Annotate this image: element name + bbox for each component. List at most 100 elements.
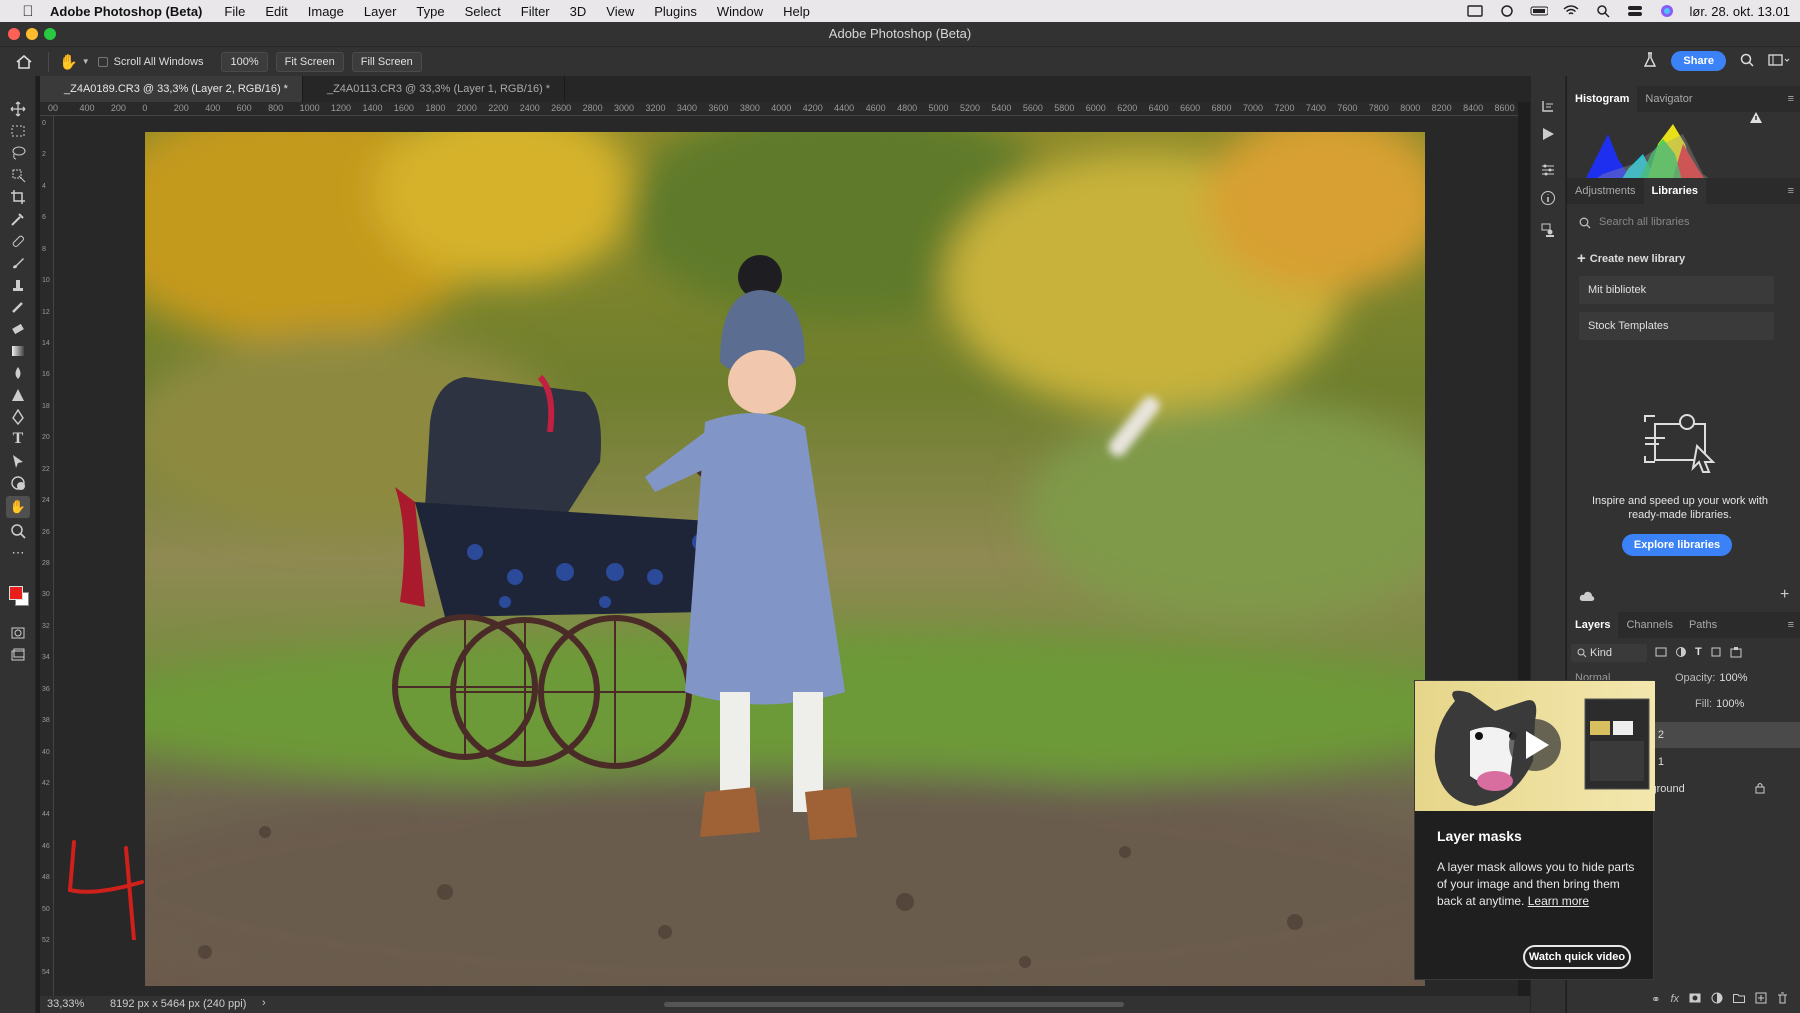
eraser-tool-icon[interactable]: [6, 318, 30, 340]
share-button[interactable]: Share: [1671, 51, 1726, 71]
cloud-sync-icon[interactable]: [1579, 590, 1595, 605]
properties-icon[interactable]: [1540, 162, 1556, 183]
clone-stamp-tool-icon[interactable]: [6, 274, 30, 296]
menu-view[interactable]: View: [596, 4, 644, 19]
lasso-tool-icon[interactable]: [6, 142, 30, 164]
video-thumbnail[interactable]: [1415, 681, 1655, 811]
menu-window[interactable]: Window: [707, 4, 773, 19]
apple-menu-icon[interactable]: : [16, 3, 40, 20]
menubar-clock[interactable]: lør. 28. okt. 13.01: [1690, 4, 1790, 19]
menu-file[interactable]: File: [214, 4, 255, 19]
clipping-warning-icon[interactable]: [1750, 112, 1762, 126]
tab-document-1[interactable]: _Z4A0189.CR3 @ 33,3% (Layer 2, RGB/16) *: [40, 76, 303, 102]
home-icon[interactable]: [16, 53, 38, 71]
create-library-button[interactable]: + Create new library: [1577, 250, 1685, 267]
menu-3d[interactable]: 3D: [560, 4, 597, 19]
horizontal-scrollbar[interactable]: [664, 1002, 1124, 1007]
menu-select[interactable]: Select: [455, 4, 511, 19]
panel-menu-icon[interactable]: ≡: [1788, 93, 1794, 105]
learn-panel-icon[interactable]: [1540, 222, 1556, 243]
marquee-tool-icon[interactable]: [6, 120, 30, 142]
zoom-level[interactable]: 33,33%: [47, 998, 84, 1010]
crop-tool-icon[interactable]: [6, 186, 30, 208]
more-tools-icon[interactable]: ⋯: [6, 542, 30, 564]
tab-channels[interactable]: Channels: [1618, 612, 1680, 638]
learn-more-link[interactable]: Learn more: [1528, 894, 1589, 908]
menu-filter[interactable]: Filter: [511, 4, 560, 19]
chevron-right-icon[interactable]: ›: [262, 997, 266, 1009]
actions-play-icon[interactable]: [1540, 126, 1556, 147]
chevron-down-icon[interactable]: ▼: [82, 57, 90, 66]
adjustment-filter-icon[interactable]: [1675, 646, 1687, 661]
type-filter-icon[interactable]: T: [1695, 646, 1702, 661]
library-search[interactable]: Search all libraries: [1573, 212, 1783, 234]
fill-screen-button[interactable]: Fill Screen: [351, 51, 422, 72]
adjustment-layer-icon[interactable]: [1711, 992, 1723, 1007]
zoom-tool-icon[interactable]: [6, 520, 30, 542]
layer-kind-filter[interactable]: Kind: [1571, 644, 1647, 662]
wifi-icon[interactable]: [1562, 4, 1580, 18]
dodge-tool-icon[interactable]: [6, 384, 30, 406]
blur-tool-icon[interactable]: [6, 362, 30, 384]
creative-cloud-icon[interactable]: [1498, 4, 1516, 18]
fill-value[interactable]: 100%: [1716, 698, 1744, 710]
new-group-icon[interactable]: [1733, 993, 1745, 1006]
opacity-control[interactable]: Opacity: 100%: [1675, 672, 1748, 684]
history-brush-tool-icon[interactable]: [6, 296, 30, 318]
menu-help[interactable]: Help: [773, 4, 820, 19]
eyedropper-tool-icon[interactable]: [6, 208, 30, 230]
menu-plugins[interactable]: Plugins: [644, 4, 707, 19]
fx-icon[interactable]: fx: [1670, 993, 1679, 1005]
panel-menu-icon[interactable]: ≡: [1788, 185, 1794, 197]
foreground-color-swatch[interactable]: [9, 586, 23, 600]
menu-image[interactable]: Image: [298, 4, 354, 19]
app-name-menu[interactable]: Adobe Photoshop (Beta): [40, 4, 214, 19]
control-center-icon[interactable]: [1626, 4, 1644, 18]
delete-layer-icon[interactable]: [1777, 992, 1788, 1007]
add-library-content-icon[interactable]: +: [1780, 586, 1789, 604]
scroll-all-checkbox[interactable]: [97, 56, 108, 67]
gradient-tool-icon[interactable]: [6, 340, 30, 362]
siri-icon[interactable]: [1658, 4, 1676, 18]
menu-type[interactable]: Type: [406, 4, 454, 19]
hand-tool-icon[interactable]: ✋: [6, 496, 30, 518]
pixel-filter-icon[interactable]: [1655, 646, 1667, 661]
library-item[interactable]: Mit bibliotek: [1579, 276, 1774, 304]
menu-edit[interactable]: Edit: [255, 4, 297, 19]
tab-adjustments[interactable]: Adjustments: [1567, 178, 1644, 204]
spot-healing-tool-icon[interactable]: [6, 230, 30, 252]
watch-quick-video-button[interactable]: Watch quick video: [1523, 945, 1631, 969]
new-layer-icon[interactable]: [1755, 992, 1767, 1007]
ellipse-shape-tool-icon[interactable]: [6, 472, 30, 494]
spotlight-search-icon[interactable]: [1594, 4, 1612, 18]
search-icon[interactable]: [1740, 53, 1754, 70]
tab-navigator[interactable]: Navigator: [1637, 86, 1700, 112]
move-tool-icon[interactable]: [6, 98, 30, 120]
history-icon[interactable]: [1540, 98, 1556, 119]
minimize-window-button[interactable]: [26, 28, 38, 40]
display-icon[interactable]: [1466, 4, 1484, 18]
screen-mode-icon[interactable]: [6, 644, 30, 666]
link-layers-icon[interactable]: ⚭: [1651, 993, 1660, 1006]
tab-layers[interactable]: Layers: [1567, 612, 1619, 638]
battery-icon[interactable]: [1530, 4, 1548, 18]
brush-tool-icon[interactable]: [6, 252, 30, 274]
object-selection-tool-icon[interactable]: [6, 164, 30, 186]
fill-control[interactable]: Fill: 100%: [1695, 698, 1744, 710]
labs-flask-icon[interactable]: [1643, 51, 1657, 71]
type-tool-icon[interactable]: T: [6, 428, 30, 450]
document-info[interactable]: 8192 px x 5464 px (240 ppi): [110, 998, 246, 1010]
opacity-value[interactable]: 100%: [1719, 672, 1747, 684]
library-item[interactable]: Stock Templates: [1579, 312, 1774, 340]
panel-menu-icon[interactable]: ≡: [1788, 619, 1794, 631]
smart-object-filter-icon[interactable]: [1730, 646, 1742, 661]
menu-layer[interactable]: Layer: [354, 4, 407, 19]
zoom-100-button[interactable]: 100%: [221, 51, 268, 72]
document-photo[interactable]: [145, 132, 1425, 986]
zoom-window-button[interactable]: [44, 28, 56, 40]
path-selection-tool-icon[interactable]: [6, 450, 30, 472]
tab-paths[interactable]: Paths: [1681, 612, 1725, 638]
hand-tool-preset-icon[interactable]: ✋: [59, 53, 78, 71]
pen-tool-icon[interactable]: [6, 406, 30, 428]
close-window-button[interactable]: [8, 28, 20, 40]
